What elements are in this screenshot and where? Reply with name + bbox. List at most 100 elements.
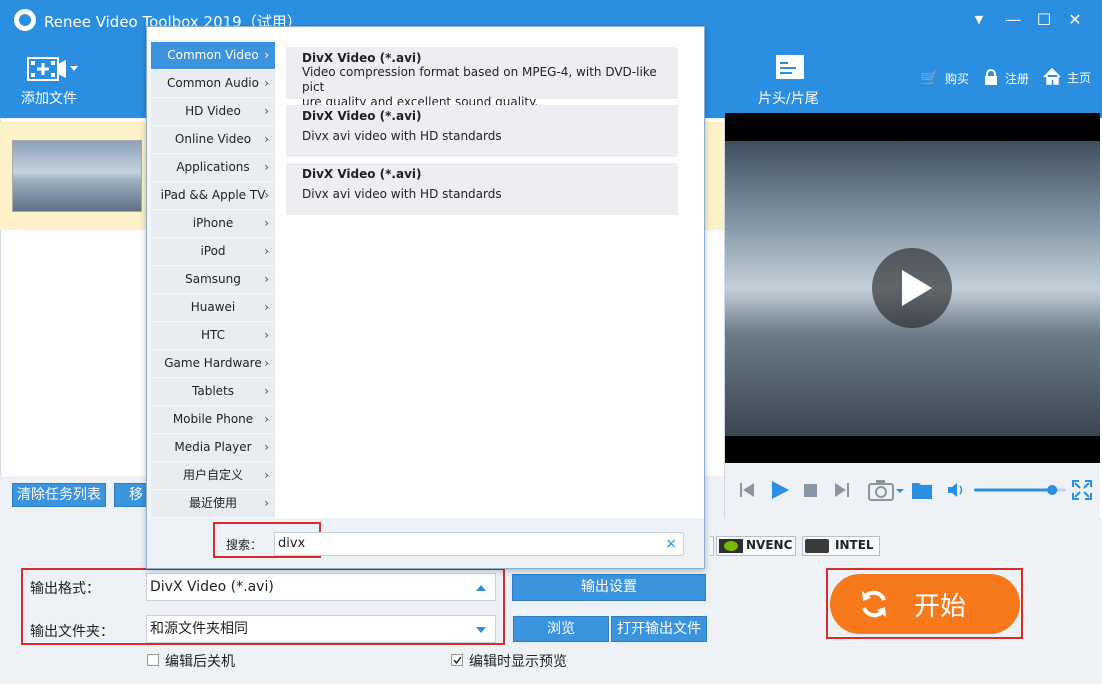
chevron-right-icon: › [264,132,269,146]
chevron-right-icon: › [264,468,269,482]
play-icon[interactable] [770,480,790,500]
category-label: iPad && Apple TV [160,188,266,202]
play-overlay-icon[interactable] [872,248,952,328]
next-frame-icon[interactable] [834,481,850,499]
home-icon [1043,68,1061,85]
category-item[interactable]: HTC › [151,322,275,349]
fullscreen-icon[interactable] [1072,480,1092,500]
category-label: Online Video [174,132,252,146]
category-label: iPhone [192,216,234,230]
format-title: DivX Video (*.avi) [302,51,422,65]
prev-frame-icon[interactable] [739,481,755,499]
menu-dropdown-icon[interactable]: ▼ [966,8,992,32]
output-folder-select[interactable]: 和源文件夹相同 [146,615,496,643]
minimize-button[interactable]: — [1000,8,1026,32]
category-item[interactable]: Mobile Phone › [151,406,275,433]
category-label: 用户自定义 [182,468,243,482]
format-title: DivX Video (*.avi) [302,109,422,123]
category-label: Tablets [192,384,234,398]
browse-button[interactable]: 浏览 [513,616,609,642]
category-label: Applications [176,160,250,174]
open-output-folder-button[interactable]: 打开输出文件 [611,616,707,642]
format-item[interactable]: DivX Video (*.avi) Video compression form… [286,47,678,109]
film-add-icon [27,57,78,81]
app-logo-icon [14,9,36,31]
output-format-select[interactable]: DivX Video (*.avi) [146,573,496,601]
category-label: Common Audio [167,76,259,90]
output-folder-label: 输出文件夹： [30,624,114,640]
chevron-right-icon: › [264,356,269,370]
chevron-down-icon [476,627,486,633]
category-item[interactable]: Applications › [151,154,275,181]
checkmark-icon [453,656,462,665]
maximize-button[interactable]: ☐ [1031,8,1057,32]
chevron-right-icon: › [264,300,269,314]
category-label: Samsung [185,272,241,286]
format-item[interactable]: DivX Video (*.avi) Divx avi video with HD… [286,163,678,215]
video-thumbnail [12,140,142,212]
snapshot-icon[interactable] [868,479,904,501]
chevron-right-icon: › [264,412,269,426]
category-item[interactable]: iPod › [151,238,275,265]
category-item[interactable]: Tablets › [151,378,275,405]
category-label: Game Hardware [164,356,262,370]
category-item[interactable]: iPhone › [151,210,275,237]
chevron-right-icon: › [264,76,269,90]
category-item[interactable]: iPad && Apple TV › [151,182,275,209]
chevron-right-icon: › [264,48,269,62]
intro-outro-button[interactable]: 片头/片尾 [752,52,832,112]
close-button[interactable]: ✕ [1062,8,1088,32]
clear-task-list-button[interactable]: 清除任务列表 [12,483,106,507]
player-controls [725,463,1100,518]
category-item[interactable]: Common Audio › [151,70,275,97]
add-file-label: 添加文件 [21,91,77,107]
folder-icon[interactable] [911,480,933,500]
category-item[interactable]: 用户自定义 › [151,462,275,489]
start-button[interactable]: 开始 [830,574,1020,634]
show-preview-checkbox[interactable] [451,654,463,666]
start-label: 开始 [914,592,967,622]
output-folder-value: 和源文件夹相同 [150,621,248,637]
format-title: DivX Video (*.avi) [302,167,422,181]
chevron-right-icon: › [264,496,269,510]
volume-icon[interactable] [947,482,967,498]
nvidia-eye-icon [724,541,738,551]
category-item[interactable]: Samsung › [151,266,275,293]
category-label: 最近使用 [188,496,237,510]
volume-slider[interactable] [974,484,1066,496]
add-file-button[interactable]: 添加文件 [14,50,84,112]
format-description: Video compression format based on MPEG-4… [302,65,657,94]
output-format-label: 输出格式： [30,581,100,597]
chevron-right-icon: › [264,244,269,258]
category-item[interactable]: Game Hardware › [151,350,275,377]
category-item[interactable]: HD Video › [151,98,275,125]
category-label: HTC [200,328,226,342]
chevron-right-icon: › [264,104,269,118]
chevron-right-icon: › [264,440,269,454]
buy-label: 购买 [945,72,970,86]
nvenc-badge[interactable]: NVENC [716,536,796,556]
format-item[interactable]: DivX Video (*.avi) Divx avi video with HD… [286,105,678,157]
nvenc-label: NVENC [746,538,793,552]
category-item[interactable]: 最近使用 › [151,490,275,517]
clear-search-icon[interactable]: × [665,533,677,555]
category-item[interactable]: Common Video › [151,42,275,69]
category-label: HD Video [185,104,241,118]
category-item[interactable]: Online Video › [151,126,275,153]
category-item[interactable]: Huawei › [151,294,275,321]
chevron-right-icon: › [264,188,269,202]
stop-icon[interactable] [804,484,817,497]
chevron-up-icon [476,585,486,591]
category-label: Media Player [174,440,252,454]
intel-label: INTEL [835,538,874,552]
format-description: Divx avi video with HD standards [302,187,502,201]
category-item[interactable]: Media Player › [151,434,275,461]
intel-badge[interactable]: INTEL [802,536,880,556]
format-description: Divx avi video with HD standards [302,129,502,143]
chevron-right-icon: › [264,216,269,230]
category-label: Huawei [190,300,236,314]
search-input[interactable]: divx × [274,532,684,556]
shutdown-after-edit-checkbox[interactable] [147,654,159,666]
output-settings-button[interactable]: 输出设置 [512,574,706,601]
category-label: Mobile Phone [172,412,254,426]
